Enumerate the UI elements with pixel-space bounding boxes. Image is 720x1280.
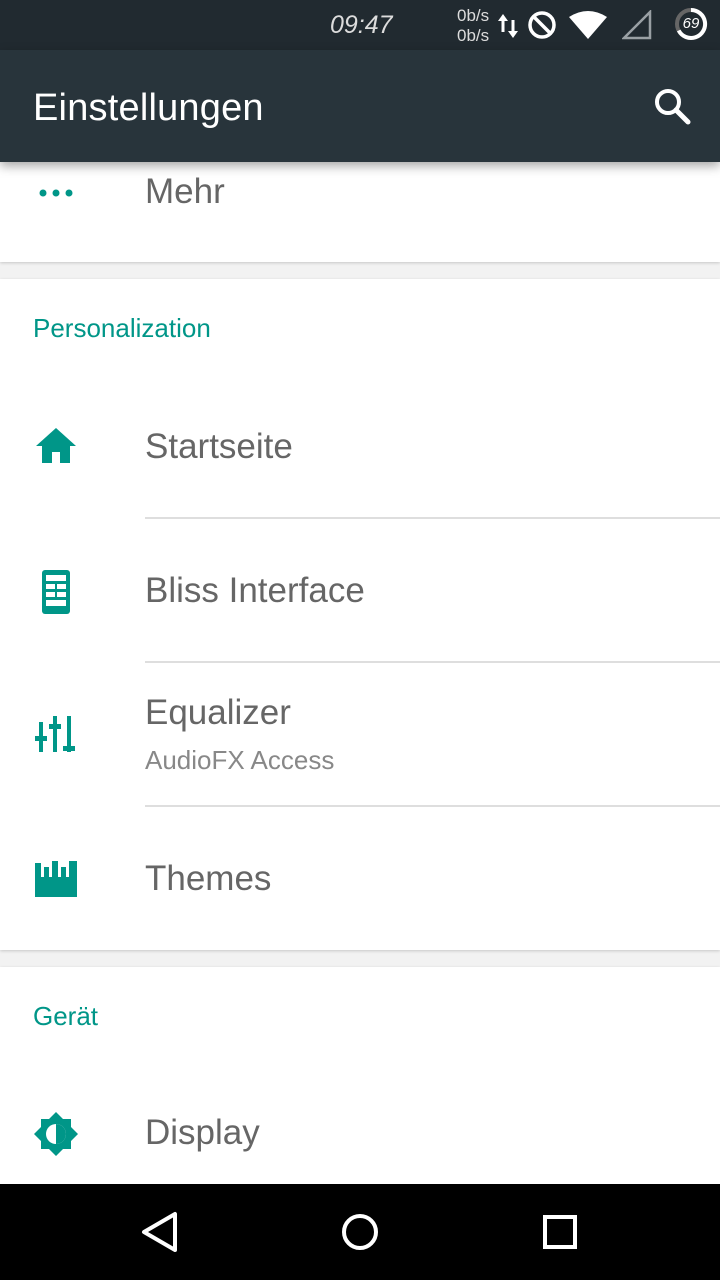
navigation-bar	[0, 1184, 720, 1280]
themes-icon	[35, 861, 77, 897]
recents-button[interactable]	[530, 1202, 590, 1262]
status-time: 09:47	[330, 11, 393, 39]
do-not-disturb-icon	[528, 11, 556, 39]
settings-item-themes[interactable]: Themes	[0, 807, 720, 950]
settings-item-label: Themes	[145, 859, 272, 898]
settings-item-sublabel: AudioFX Access	[145, 745, 335, 775]
settings-item-label: Bliss Interface	[145, 571, 365, 610]
settings-item-label: Startseite	[145, 427, 293, 466]
equalizer-icon	[35, 716, 75, 752]
home-icon	[36, 428, 76, 463]
signal-icon	[622, 10, 652, 40]
settings-item-more[interactable]: Mehr	[0, 162, 720, 224]
back-icon	[142, 1212, 177, 1252]
settings-item-startseite[interactable]: Startseite	[0, 375, 720, 518]
data-arrows-icon	[498, 14, 518, 38]
bliss-interface-icon	[42, 570, 70, 614]
app-bar: Einstellungen	[0, 50, 720, 162]
net-download-speed: 0b/s	[457, 26, 490, 45]
search-icon	[655, 89, 691, 125]
wifi-icon	[569, 11, 607, 39]
settings-item-label: Mehr	[145, 172, 225, 211]
status-bar: 09:47 0b/s 0b/s 69	[0, 0, 720, 50]
more-dots-icon	[39, 189, 73, 197]
section-header-device: Gerät	[33, 1001, 99, 1031]
page-title: Einstellungen	[33, 87, 264, 129]
battery-icon: 69	[674, 7, 708, 41]
home-circle-icon	[342, 1214, 378, 1250]
recents-icon	[543, 1215, 577, 1249]
network-speed: 0b/s 0b/s	[457, 6, 489, 46]
display-brightness-icon	[34, 1112, 78, 1156]
settings-item-label: Display	[145, 1113, 260, 1152]
more-card: Mehr	[0, 162, 720, 262]
back-button[interactable]	[130, 1202, 190, 1262]
net-upload-speed: 0b/s	[457, 6, 490, 25]
device-card: Gerät Display	[0, 967, 720, 1187]
settings-item-equalizer[interactable]: Equalizer AudioFX Access	[0, 663, 720, 806]
personalization-card: Personalization Startseite Bliss Interfa…	[0, 279, 720, 950]
section-header-personalization: Personalization	[33, 313, 211, 343]
battery-level: 69	[682, 15, 700, 32]
home-button[interactable]	[330, 1202, 390, 1262]
settings-item-bliss-interface[interactable]: Bliss Interface	[0, 519, 720, 662]
settings-item-label: Equalizer	[145, 693, 291, 732]
search-button[interactable]	[648, 82, 696, 130]
